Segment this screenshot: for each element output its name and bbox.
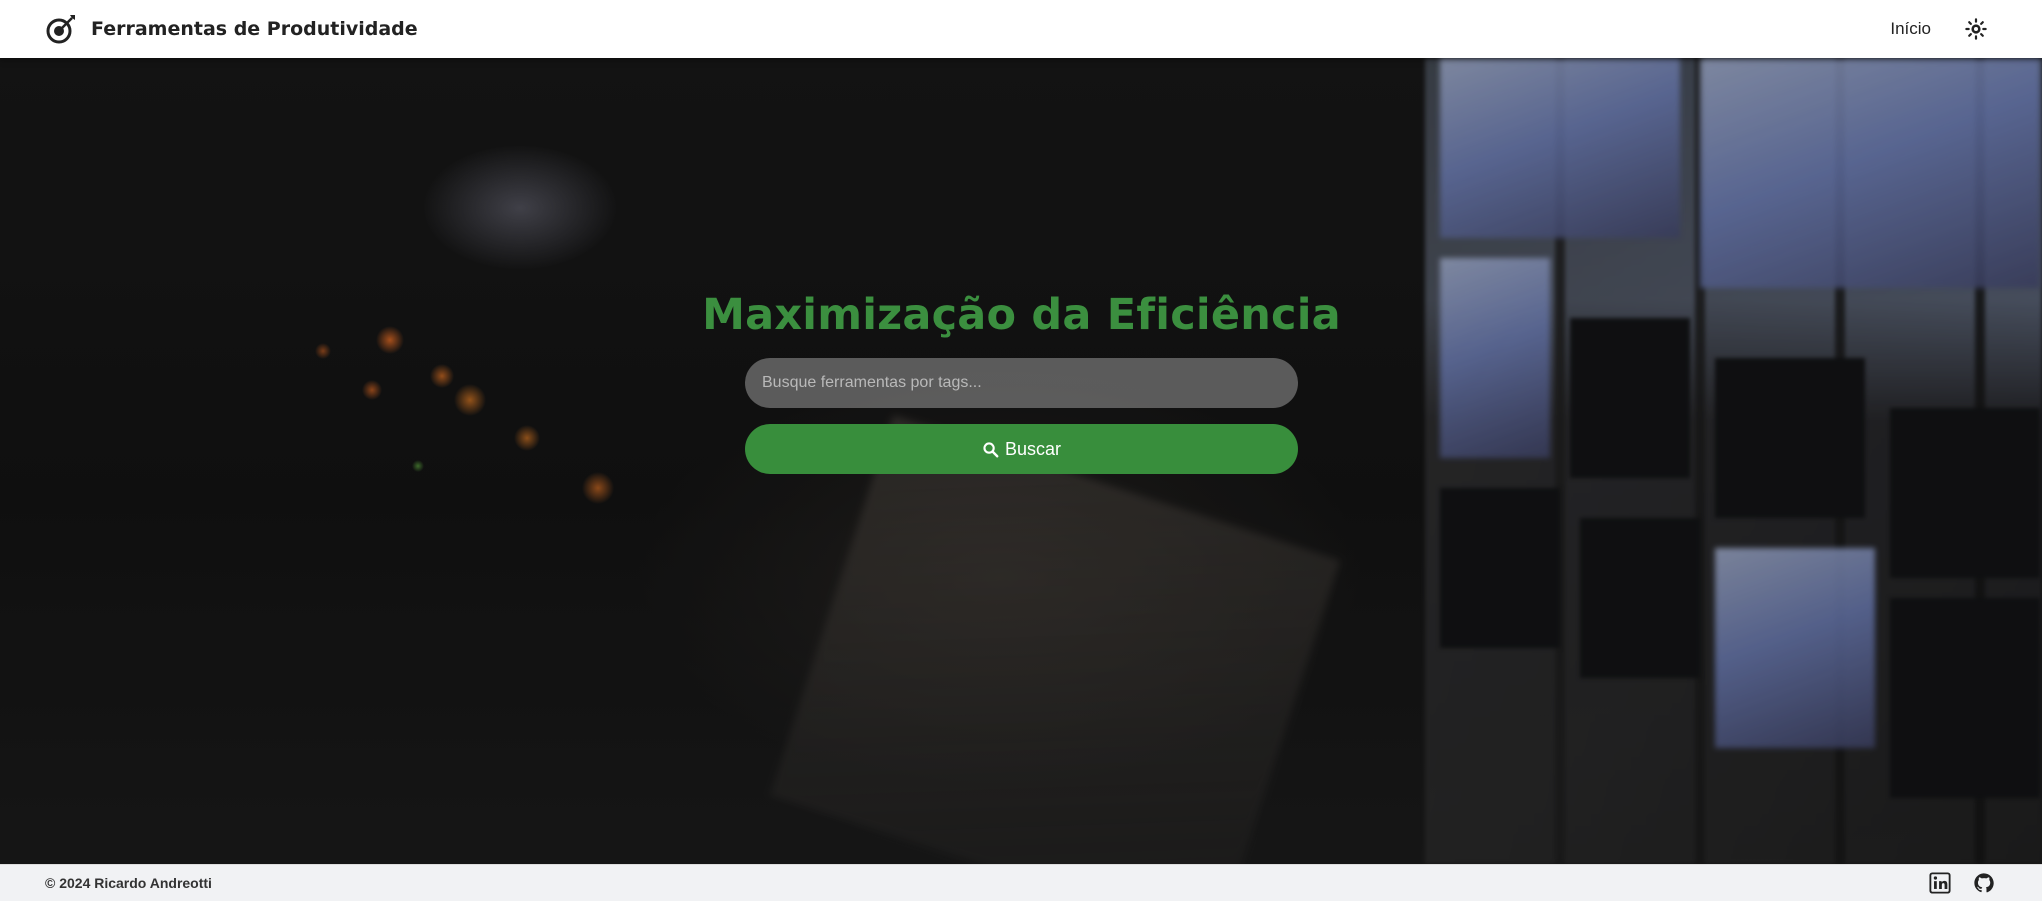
hero-section: Maximização da Eficiência Buscar (0, 58, 2042, 864)
github-icon[interactable] (1973, 872, 1995, 894)
search-input[interactable] (745, 358, 1298, 408)
search-button[interactable]: Buscar (745, 424, 1298, 474)
hero-content: Maximização da Eficiência Buscar (702, 290, 1341, 474)
target-arrow-icon (45, 13, 77, 45)
nav-link-inicio[interactable]: Início (1890, 19, 1931, 39)
copyright-text: © 2024 Ricardo Andreotti (45, 875, 212, 891)
nav-right: Início (1890, 18, 1997, 40)
social-links (1929, 872, 1997, 894)
sun-icon[interactable] (1965, 18, 1987, 40)
search-icon (982, 441, 999, 458)
navbar: Ferramentas de Produtividade Início (0, 0, 2042, 58)
hero-title: Maximização da Eficiência (702, 290, 1341, 340)
search-button-label: Buscar (1004, 438, 1062, 459)
brand[interactable]: Ferramentas de Produtividade (45, 13, 418, 45)
brand-title: Ferramentas de Produtividade (91, 18, 418, 40)
footer: © 2024 Ricardo Andreotti (0, 864, 2042, 901)
linkedin-icon[interactable] (1929, 872, 1951, 894)
